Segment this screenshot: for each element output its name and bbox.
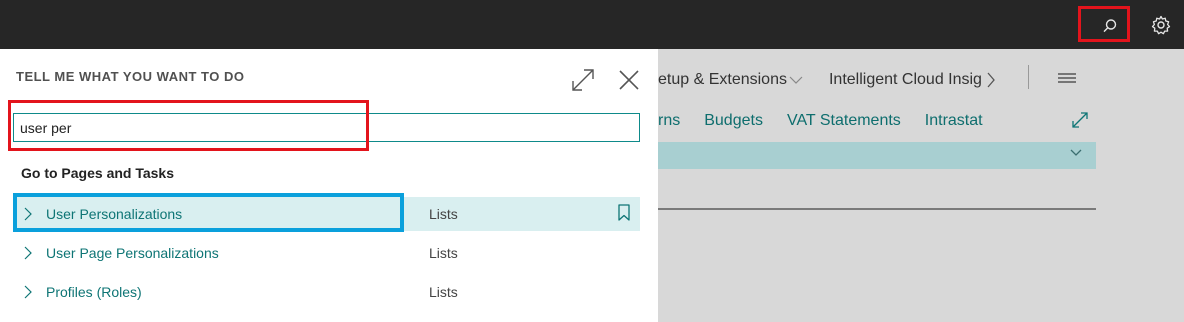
nav-divider: [1028, 65, 1029, 89]
nav-item-setup-extensions[interactable]: etup & Extensions: [658, 71, 803, 89]
background-nav: etup & Extensions Intelligent Cloud Insi…: [658, 67, 996, 93]
chevron-down-icon: [789, 76, 803, 84]
chevron-right-icon: [24, 246, 32, 260]
result-name[interactable]: User Personalizations: [46, 206, 182, 222]
tab-intrastat[interactable]: Intrastat: [925, 112, 983, 130]
chevron-right-icon: [987, 72, 995, 88]
chevron-right-icon: [24, 285, 32, 299]
close-icon[interactable]: [616, 67, 642, 93]
list-item[interactable]: Profiles (Roles) Lists: [13, 275, 640, 309]
background-page: etup & Extensions Intelligent Cloud Insi…: [658, 49, 1184, 322]
tab-vat-statements[interactable]: VAT Statements: [787, 112, 901, 130]
chevron-down-icon: [1070, 149, 1082, 156]
background-tabs: rns Budgets VAT Statements Intrastat: [658, 109, 1007, 133]
result-name[interactable]: Profiles (Roles): [46, 284, 142, 300]
top-bar: [0, 0, 1184, 49]
bookmark-icon[interactable]: [617, 204, 631, 222]
expand-icon[interactable]: [570, 67, 596, 93]
tab-returns[interactable]: rns: [658, 112, 680, 130]
gear-icon: [1151, 15, 1171, 35]
section-heading: Go to Pages and Tasks: [21, 165, 175, 181]
result-type: Lists: [429, 245, 458, 261]
nav-item-label: Intelligent Cloud Insig: [828, 71, 982, 88]
result-type: Lists: [429, 206, 458, 222]
list-item[interactable]: User Page Personalizations Lists: [13, 236, 640, 270]
tell-me-panel: TELL ME WHAT YOU WANT TO DO Go to Pages …: [0, 49, 658, 322]
collapsible-section-bar[interactable]: [658, 142, 1096, 169]
search-button-highlight: [1078, 6, 1130, 42]
panel-title: TELL ME WHAT YOU WANT TO DO: [16, 69, 245, 84]
search-input[interactable]: [13, 113, 640, 142]
hamburger-menu-icon[interactable]: [1056, 69, 1080, 87]
list-item[interactable]: User Personalizations Lists: [13, 197, 640, 231]
nav-item-intelligent-cloud[interactable]: Intelligent Cloud Insig: [829, 71, 996, 89]
chevron-right-icon: [24, 207, 32, 221]
result-name[interactable]: User Page Personalizations: [46, 245, 219, 261]
expand-icon[interactable]: [1070, 110, 1090, 130]
divider: [658, 208, 1096, 210]
settings-button[interactable]: [1147, 11, 1175, 39]
result-type: Lists: [429, 284, 458, 300]
tab-budgets[interactable]: Budgets: [704, 112, 763, 130]
nav-item-label: etup & Extensions: [658, 71, 787, 88]
